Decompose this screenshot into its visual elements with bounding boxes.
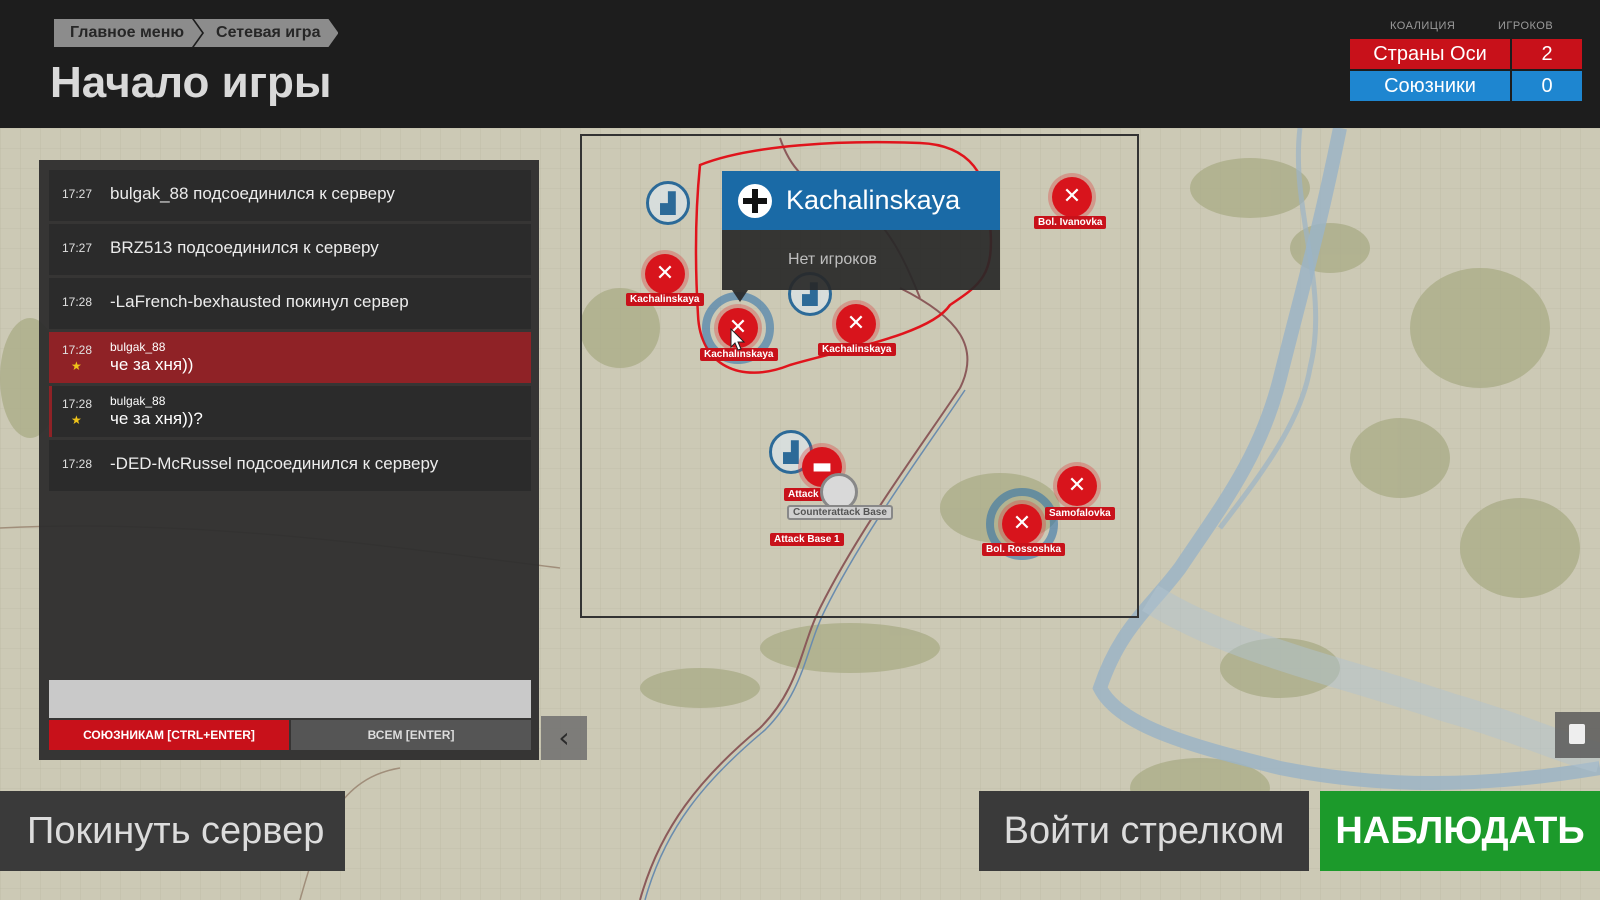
aircraft-icon: ✕ — [846, 311, 866, 336]
counterattack-label: Counterattack Base — [787, 505, 893, 520]
send-to-all-button[interactable]: ВСЕМ [ENTER] — [291, 720, 531, 750]
coalition-allies-name: Союзники — [1350, 71, 1510, 101]
breadcrumb: Главное меню Сетевая игра — [54, 19, 340, 47]
chat-timestamp: 17:28 — [62, 397, 93, 411]
airfield-marker[interactable]: ✕ — [1057, 466, 1097, 506]
spectate-button[interactable]: НАБЛЮДАТЬ — [1320, 791, 1600, 871]
chat-message-list[interactable]: 17:27 bulgak_88 подсоединился к серверу … — [49, 170, 531, 494]
aircraft-icon: ✕ — [1012, 511, 1032, 536]
chat-message-text: -LaFrench-bexhausted покинул сервер — [110, 292, 409, 311]
chat-author[interactable]: bulgak_88 — [110, 340, 165, 354]
chat-panel: 17:27 bulgak_88 подсоединился к серверу … — [39, 160, 539, 760]
airfield-marker[interactable]: ✕ — [1002, 504, 1042, 544]
aircraft-icon: ✕ — [655, 261, 675, 286]
airfield-label: Bol. Rossoshka — [982, 543, 1066, 556]
chat-message-text: че за хня))? — [110, 409, 203, 428]
coalition-allies-count: 0 — [1512, 71, 1582, 101]
briefing-button[interactable] — [1555, 712, 1600, 758]
join-as-gunner-button[interactable]: Войти стрелком — [979, 791, 1309, 871]
header-bar: Главное меню Сетевая игра Начало игры КО… — [0, 0, 1600, 128]
chat-timestamp: 17:28 — [62, 295, 93, 309]
attack-label: Attack — [784, 488, 823, 501]
chat-timestamp: 17:27 — [62, 241, 93, 255]
document-icon — [1569, 724, 1585, 744]
mouse-cursor-icon — [730, 328, 746, 351]
leave-server-button[interactable]: Покинуть сервер — [0, 791, 345, 871]
tooltip-subtitle: Нет игроков — [722, 230, 1000, 290]
tooltip-header: Kachalinskaya — [722, 171, 1000, 230]
coalition-axis-count: 2 — [1512, 39, 1582, 69]
breadcrumb-main-menu[interactable]: Главное меню — [54, 19, 202, 47]
coalition-axis-row[interactable]: Страны Оси 2 — [1350, 39, 1582, 69]
send-to-allies-button[interactable]: СОЮЗНИКАМ [CTRL+ENTER] — [49, 720, 289, 750]
coalition-axis-name: Страны Оси — [1350, 39, 1510, 69]
chevron-left-icon: ‹ — [558, 721, 570, 754]
chat-system-message: 17:28 -DED-McRussel подсоединился к серв… — [49, 440, 531, 491]
airfield-tooltip: Kachalinskaya Нет игроков — [722, 171, 1000, 302]
tooltip-arrow — [732, 290, 748, 302]
page-title: Начало игры — [50, 58, 332, 107]
breadcrumb-network-game[interactable]: Сетевая игра — [194, 19, 338, 47]
balkenkreuz-icon — [738, 183, 772, 218]
tooltip-title: Kachalinskaya — [786, 185, 961, 215]
airfield-marker[interactable]: ✕ — [1052, 177, 1092, 217]
chat-message-text: BRZ513 подсоединился к серверу — [110, 238, 379, 257]
factory-icon: ▟ — [660, 191, 676, 215]
chat-system-message: 17:27 bulgak_88 подсоединился к серверу — [49, 170, 531, 221]
star-icon: ★ — [71, 413, 82, 427]
chat-author[interactable]: bulgak_88 — [110, 394, 165, 408]
collapse-chat-button[interactable]: ‹ — [541, 716, 587, 760]
chat-input[interactable] — [49, 680, 531, 718]
airfield-label: Kachalinskaya — [818, 343, 896, 356]
airfield-marker[interactable]: ✕ — [645, 254, 685, 294]
aircraft-icon: ✕ — [1062, 184, 1082, 209]
players-column-header: ИГРОКОВ — [1498, 20, 1554, 32]
airfield-marker[interactable]: ✕ — [836, 304, 876, 344]
coalition-allies-row[interactable]: Союзники 0 — [1350, 71, 1582, 101]
airfield-label: Bol. Ivanovka — [1034, 216, 1107, 229]
coalition-column-header: КОАЛИЦИЯ — [1390, 20, 1456, 32]
chat-message-text: bulgak_88 подсоединился к серверу — [110, 184, 395, 203]
airfield-label: Samofalovka — [1045, 507, 1115, 520]
chat-timestamp: 17:27 — [62, 187, 93, 201]
star-icon: ★ — [71, 359, 82, 373]
chat-player-message: 17:28 ★ bulgak_88 че за хня))? — [49, 386, 531, 437]
chat-message-text: че за хня)) — [110, 355, 194, 374]
attack-base-label: Attack Base 1 — [770, 533, 844, 546]
chat-timestamp: 17:28 — [62, 343, 93, 357]
chat-system-message: 17:27 BRZ513 подсоединился к серверу — [49, 224, 531, 275]
chat-system-message: 17:28 -LaFrench-bexhausted покинул серве… — [49, 278, 531, 329]
airfield-label: Kachalinskaya — [626, 293, 704, 306]
chat-player-message: 17:28 ★ bulgak_88 че за хня)) — [49, 332, 531, 383]
aircraft-icon: ✕ — [1067, 473, 1087, 498]
airfield-base-blue[interactable]: ▟ — [646, 181, 690, 225]
chat-message-text: -DED-McRussel подсоединился к серверу — [110, 454, 439, 473]
chat-timestamp: 17:28 — [62, 457, 93, 471]
